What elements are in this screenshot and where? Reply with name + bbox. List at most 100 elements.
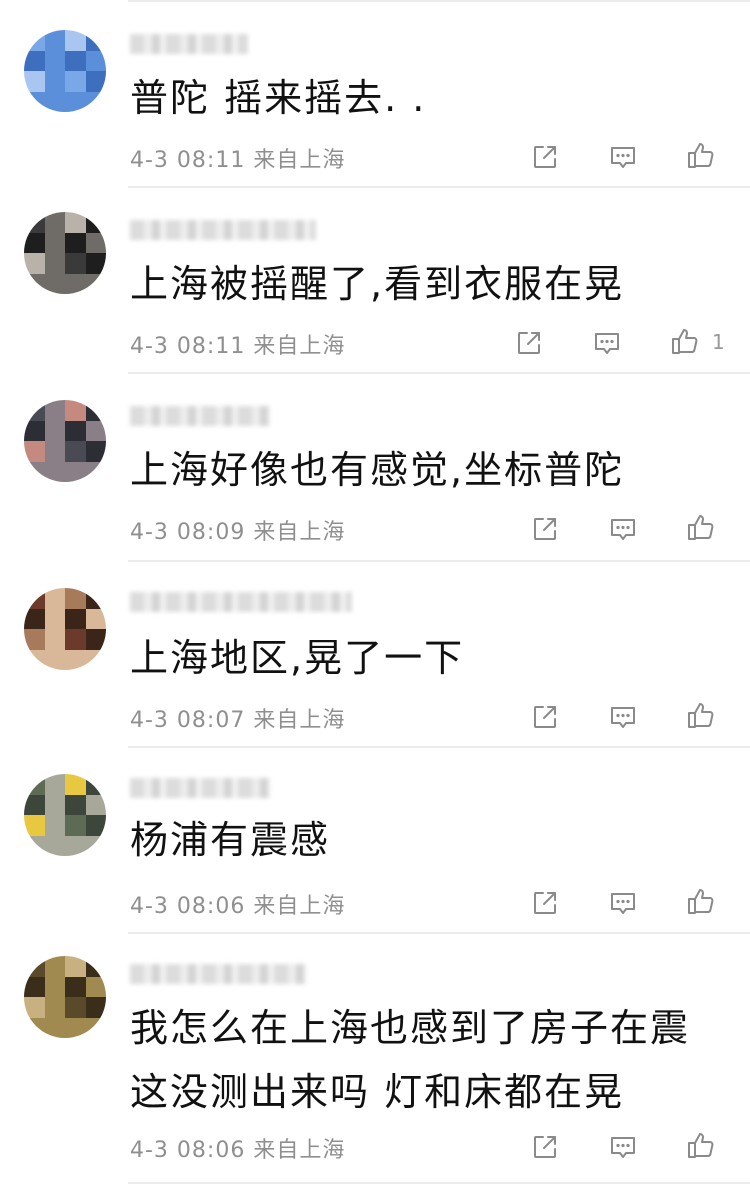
comment-source: 来自上海	[253, 1138, 346, 1163]
avatar[interactable]	[24, 212, 106, 294]
avatar-pixel	[24, 835, 45, 856]
avatar-pixel	[44, 1017, 65, 1038]
avatar-pixel	[65, 1017, 86, 1038]
username-blurred[interactable]	[130, 964, 306, 984]
avatar-pixel	[44, 815, 65, 836]
avatar-pixel	[65, 30, 86, 51]
avatar-pixel	[24, 461, 45, 482]
thumbs-up-icon[interactable]	[684, 884, 718, 918]
avatar[interactable]	[24, 30, 106, 112]
comment-icon[interactable]	[606, 140, 640, 174]
comment-meta: 4-3 08:06 来自上海	[130, 1132, 345, 1164]
comment-time: 4-3 08:06	[130, 894, 246, 919]
share-icon[interactable]	[528, 140, 562, 174]
avatar-pixel	[65, 649, 86, 670]
avatar-pixel	[85, 253, 106, 274]
avatar-pixel	[44, 835, 65, 856]
avatar-pixel	[65, 997, 86, 1018]
thumbs-up-icon[interactable]	[684, 138, 718, 172]
avatar[interactable]	[24, 774, 106, 856]
avatar-pixel	[85, 997, 106, 1018]
comment-source: 来自上海	[253, 708, 346, 733]
username-blurred[interactable]	[130, 220, 316, 240]
avatar-pixel	[85, 212, 106, 233]
avatar[interactable]	[24, 400, 106, 482]
avatar-pixel	[44, 91, 65, 112]
share-icon[interactable]	[528, 1130, 562, 1164]
avatar-pixel	[44, 253, 65, 274]
comment-icon[interactable]	[606, 886, 640, 920]
avatar[interactable]	[24, 588, 106, 670]
avatar-pixel	[24, 774, 45, 795]
username-blurred[interactable]	[130, 592, 352, 612]
avatar-pixel	[44, 794, 65, 815]
avatar-pixel	[44, 588, 65, 609]
share-icon[interactable]	[528, 886, 562, 920]
like-count: 1	[712, 330, 725, 354]
avatar-pixel	[85, 815, 106, 836]
avatar-pixel	[44, 441, 65, 462]
avatar-pixel	[65, 91, 86, 112]
avatar-pixel	[85, 441, 106, 462]
avatar-pixel	[24, 253, 45, 274]
avatar-pixel	[44, 400, 65, 421]
comment-time: 4-3 08:11	[130, 334, 246, 359]
avatar-pixel	[44, 212, 65, 233]
comment-source: 来自上海	[253, 334, 346, 359]
thumbs-up-icon[interactable]	[668, 324, 702, 358]
avatar-pixel	[44, 71, 65, 92]
thumbs-up-icon[interactable]	[684, 510, 718, 544]
avatar-pixel	[44, 629, 65, 650]
avatar-pixel	[24, 794, 45, 815]
avatar-pixel	[85, 956, 106, 977]
avatar-pixel	[44, 649, 65, 670]
avatar-pixel	[65, 461, 86, 482]
comment-text: 上海地区,晃了一下	[130, 636, 465, 680]
avatar-pixel	[85, 835, 106, 856]
avatar-pixel	[24, 400, 45, 421]
share-icon[interactable]	[528, 700, 562, 734]
share-icon[interactable]	[528, 512, 562, 546]
avatar-pixel	[65, 815, 86, 836]
avatar-pixel	[24, 232, 45, 253]
thumbs-up-icon[interactable]	[684, 698, 718, 732]
share-icon[interactable]	[512, 326, 546, 360]
avatar-pixel	[24, 30, 45, 51]
comment-icon[interactable]	[590, 326, 624, 360]
comment-text: 上海好像也有感觉,坐标普陀	[130, 448, 625, 492]
avatar-pixel	[65, 629, 86, 650]
avatar-pixel	[24, 50, 45, 71]
avatar-pixel	[65, 608, 86, 629]
avatar-pixel	[44, 461, 65, 482]
avatar-pixel	[65, 253, 86, 274]
divider	[128, 186, 750, 188]
avatar-pixel	[65, 420, 86, 441]
comment-meta: 4-3 08:09 来自上海	[130, 514, 345, 546]
comment-icon[interactable]	[606, 700, 640, 734]
username-blurred[interactable]	[130, 34, 248, 54]
avatar-pixel	[24, 956, 45, 977]
divider	[128, 932, 750, 934]
thumbs-up-icon[interactable]	[684, 1128, 718, 1162]
comment-icon[interactable]	[606, 512, 640, 546]
comment-text: 我怎么在上海也感到了房子在震 这没测出来吗 灯和床都在晃	[130, 1006, 705, 1114]
avatar-pixel	[85, 608, 106, 629]
avatar-pixel	[65, 794, 86, 815]
avatar-pixel	[85, 232, 106, 253]
avatar-pixel	[65, 273, 86, 294]
avatar-pixel	[85, 794, 106, 815]
comment-time: 4-3 08:07	[130, 708, 246, 733]
avatar[interactable]	[24, 956, 106, 1038]
comment-source: 来自上海	[253, 148, 346, 173]
avatar-pixel	[24, 608, 45, 629]
avatar-pixel	[24, 420, 45, 441]
avatar-pixel	[44, 997, 65, 1018]
username-blurred[interactable]	[130, 406, 270, 426]
avatar-pixel	[44, 774, 65, 795]
divider	[128, 372, 750, 374]
username-blurred[interactable]	[130, 778, 270, 798]
avatar-pixel	[65, 835, 86, 856]
avatar-pixel	[85, 420, 106, 441]
avatar-pixel	[85, 400, 106, 421]
comment-icon[interactable]	[606, 1130, 640, 1164]
